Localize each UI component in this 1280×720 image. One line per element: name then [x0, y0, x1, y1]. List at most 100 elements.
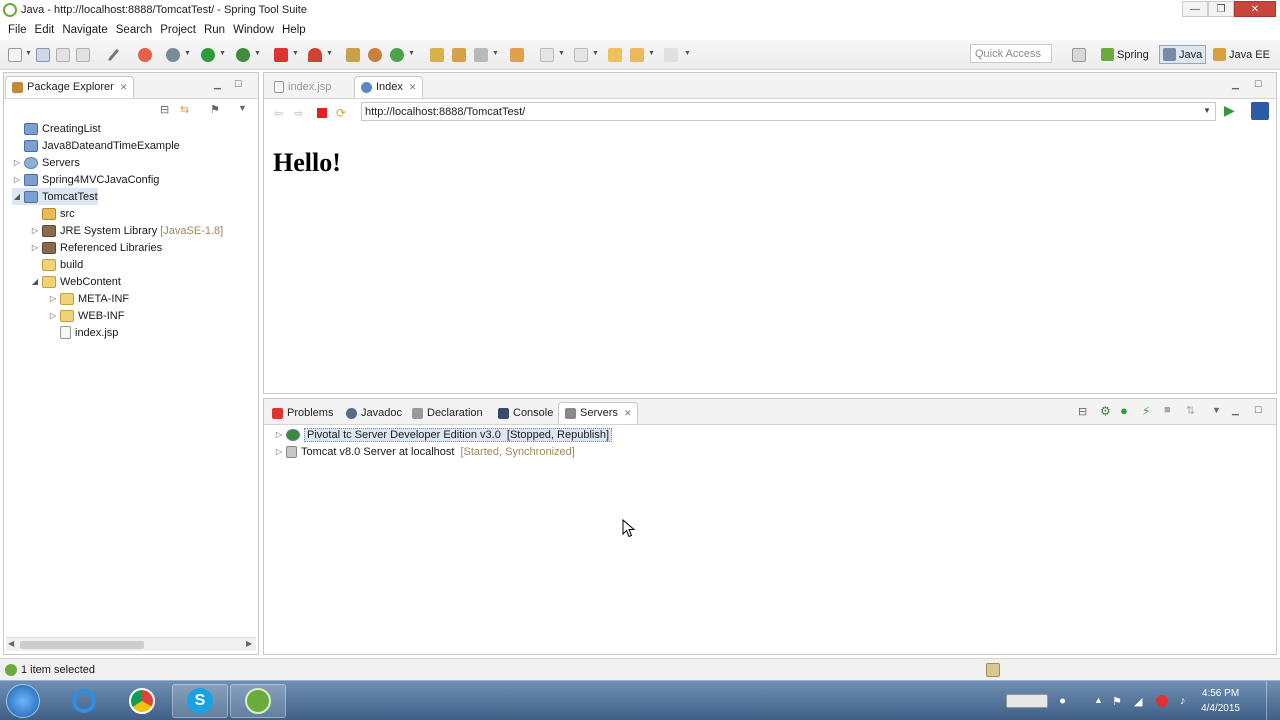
- new-icon[interactable]: [8, 48, 22, 62]
- forward-icon[interactable]: [664, 48, 678, 62]
- taskbar-skype[interactable]: S: [172, 684, 228, 718]
- mark-icon[interactable]: [107, 48, 120, 62]
- save-all-icon[interactable]: [56, 48, 70, 62]
- tree-item-tomcattest[interactable]: ◢ TomcatTest: [12, 188, 98, 205]
- menu-project[interactable]: Project: [160, 24, 196, 36]
- tree-item-build[interactable]: build: [30, 256, 83, 273]
- tools-icon[interactable]: [308, 48, 322, 62]
- skip-breakpoints-icon[interactable]: [166, 48, 180, 62]
- server-row-tomcat[interactable]: ▷ Tomcat v8.0 Server at localhost [Start…: [274, 443, 575, 460]
- taskbar-internet-explorer[interactable]: [56, 684, 112, 718]
- chevron-down-icon[interactable]: ▼: [1212, 405, 1221, 415]
- class-icon[interactable]: [368, 48, 382, 62]
- expand-icon[interactable]: ▷: [48, 294, 58, 303]
- language-bar[interactable]: [1006, 694, 1048, 708]
- network-icon[interactable]: ◢: [1134, 695, 1146, 708]
- collapse-all-icon[interactable]: ⊟: [160, 103, 169, 116]
- perspective-java[interactable]: Java: [1159, 45, 1207, 64]
- tree-item-spring4mvcjavaconfig[interactable]: ▷ Spring4MVCJavaConfig: [12, 171, 159, 188]
- view-menu-icon[interactable]: ⚑: [210, 103, 220, 116]
- system-clock[interactable]: 4:56 PM 4/4/2015: [1201, 686, 1240, 716]
- start-server-icon[interactable]: ●: [1120, 403, 1128, 418]
- maximize-button[interactable]: ❐: [1208, 1, 1234, 17]
- chevron-down-icon[interactable]: ▼: [1203, 106, 1211, 115]
- close-icon[interactable]: ✕: [624, 408, 632, 419]
- chevron-down-icon[interactable]: ▼: [238, 103, 247, 113]
- menu-edit[interactable]: Edit: [35, 24, 55, 36]
- close-icon[interactable]: ✕: [120, 82, 128, 93]
- close-icon[interactable]: ✕: [409, 82, 417, 93]
- menu-window[interactable]: Window: [233, 24, 274, 36]
- horizontal-scrollbar[interactable]: ◀ ▶: [6, 637, 256, 651]
- stop-icon[interactable]: [274, 48, 288, 62]
- stop-server-icon[interactable]: ■: [1164, 404, 1171, 416]
- chevron-down-icon[interactable]: ▼: [592, 50, 599, 57]
- antivirus-icon[interactable]: [1156, 695, 1168, 707]
- scroll-left-icon[interactable]: ◀: [8, 639, 14, 648]
- browser-forward-icon[interactable]: ⇨: [294, 107, 303, 120]
- chevron-down-icon[interactable]: ▼: [648, 50, 655, 57]
- menu-search[interactable]: Search: [116, 24, 152, 36]
- publish-icon[interactable]: ⇅: [1186, 404, 1195, 417]
- debug-icon[interactable]: [138, 48, 152, 62]
- tree-item-meta-inf[interactable]: ▷ META-INF: [48, 290, 129, 307]
- chevron-down-icon[interactable]: ▼: [184, 50, 191, 57]
- browser-url-input[interactable]: http://localhost:8888/TomcatTest/: [361, 102, 1216, 121]
- volume-icon[interactable]: ♪: [1180, 695, 1192, 707]
- show-desktop-button[interactable]: [1266, 681, 1280, 720]
- tab-problems[interactable]: Problems: [266, 402, 339, 424]
- close-button[interactable]: ✕: [1234, 1, 1276, 17]
- open-type-icon[interactable]: [430, 48, 444, 62]
- expand-icon[interactable]: ▷: [12, 158, 22, 167]
- chevron-down-icon[interactable]: ▼: [25, 50, 32, 57]
- open-perspective-icon[interactable]: [1072, 48, 1086, 62]
- chevron-down-icon[interactable]: ▼: [326, 50, 333, 57]
- chevron-down-icon[interactable]: ▼: [492, 50, 499, 57]
- server-row-pivotal[interactable]: ▷ Pivotal tc Server Developer Edition v3…: [274, 426, 613, 443]
- tree-item-webcontent[interactable]: ◢ WebContent: [30, 273, 121, 290]
- scroll-right-icon[interactable]: ▶: [246, 639, 252, 648]
- tree-item-java8dateandtimeexample[interactable]: Java8DateandTimeExample: [12, 137, 180, 154]
- browser-stop-icon[interactable]: [317, 108, 327, 118]
- perspective-spring[interactable]: Spring: [1098, 45, 1152, 64]
- progress-icon[interactable]: [986, 663, 1000, 677]
- start-button[interactable]: [6, 684, 40, 718]
- chevron-down-icon[interactable]: ▼: [558, 50, 565, 57]
- back-icon[interactable]: [630, 48, 644, 62]
- maximize-icon[interactable]: ☐: [234, 79, 242, 90]
- expand-icon[interactable]: ▷: [30, 226, 40, 235]
- tab-index-jsp[interactable]: index.jsp: [268, 76, 337, 98]
- search-icon[interactable]: [474, 48, 488, 62]
- menu-help[interactable]: Help: [282, 24, 306, 36]
- browser-back-icon[interactable]: ⇦: [274, 107, 283, 120]
- profile-server-icon[interactable]: ⚡: [1142, 404, 1150, 418]
- flag-icon[interactable]: ⚑: [1112, 695, 1124, 708]
- chevron-down-icon[interactable]: ▼: [292, 50, 299, 57]
- minimize-button[interactable]: —: [1182, 1, 1208, 17]
- prev-annotation-icon[interactable]: [574, 48, 588, 62]
- minimize-icon[interactable]: ▁: [1232, 79, 1239, 90]
- go-icon[interactable]: ▶: [1224, 102, 1235, 119]
- tree-item-referenced-libraries[interactable]: ▷ Referenced Libraries: [30, 239, 162, 256]
- chevron-down-icon[interactable]: ▼: [684, 50, 691, 57]
- minimize-icon[interactable]: ▁: [1232, 405, 1239, 416]
- quick-access-input[interactable]: Quick Access: [970, 44, 1052, 63]
- browser-menu-icon[interactable]: [1251, 102, 1269, 120]
- taskbar-spring-tool-suite[interactable]: [230, 684, 286, 718]
- tray-icon[interactable]: ⚫: [1058, 695, 1070, 708]
- scrollbar-thumb[interactable]: [20, 641, 144, 649]
- run-icon[interactable]: [201, 48, 215, 62]
- tab-javadoc[interactable]: Javadoc: [340, 402, 408, 424]
- tree-item-src[interactable]: src: [30, 205, 75, 222]
- menu-run[interactable]: Run: [204, 24, 225, 36]
- open-task-icon[interactable]: [452, 48, 466, 62]
- collapse-all-icon[interactable]: ⊟: [1078, 405, 1087, 418]
- browser-refresh-icon[interactable]: ⟳: [336, 106, 346, 120]
- collapse-icon[interactable]: ◢: [12, 192, 22, 201]
- expand-icon[interactable]: ▷: [12, 175, 22, 184]
- expand-icon[interactable]: ▷: [274, 430, 284, 439]
- expand-icon[interactable]: ▷: [48, 311, 58, 320]
- show-hidden-icons[interactable]: ▲: [1094, 695, 1106, 707]
- tree-item-web-inf[interactable]: ▷ WEB-INF: [48, 307, 124, 324]
- new-class-icon[interactable]: [390, 48, 404, 62]
